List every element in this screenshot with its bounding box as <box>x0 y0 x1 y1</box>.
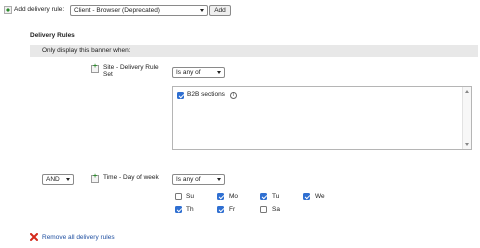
chevron-down-icon <box>217 178 221 181</box>
day-label-th: Th <box>186 206 194 213</box>
b2b-sections-label: B2B sections <box>187 91 225 98</box>
rule-time-label: Time - Day of week <box>103 174 159 181</box>
day-label-mo: Mo <box>229 193 239 200</box>
scroll-down-icon[interactable] <box>465 143 469 146</box>
rule-site-operator-value: Is any of <box>176 69 201 76</box>
day-checkbox-we[interactable] <box>303 193 310 200</box>
chevron-down-icon <box>66 178 70 181</box>
info-icon[interactable]: i <box>230 92 237 99</box>
day-checkbox-sa[interactable] <box>260 206 267 213</box>
day-checkbox-fr[interactable] <box>217 206 224 213</box>
rule-site-listbox[interactable]: B2B sections i <box>172 86 472 150</box>
day-label-we: We <box>315 193 325 200</box>
chevron-down-icon <box>200 9 204 12</box>
day-checkbox-tu[interactable] <box>260 193 267 200</box>
rule-time-operator-select[interactable]: Is any of <box>172 174 225 185</box>
day-checkbox-su[interactable] <box>175 193 182 200</box>
rule-icon <box>91 173 99 183</box>
section-subheader-text: Only display this banner when: <box>42 47 131 54</box>
rule-site-label-line2: Set <box>103 71 113 78</box>
day-label-fr: Fr <box>229 206 236 213</box>
b2b-sections-checkbox[interactable] <box>177 92 184 99</box>
section-title: Delivery Rules <box>30 32 75 39</box>
settings-icon <box>4 6 12 14</box>
rule-time-operator-value: Is any of <box>176 176 201 183</box>
rule-icon <box>91 63 99 73</box>
rule-connector-select[interactable]: AND <box>42 174 74 185</box>
rule-connector-value: AND <box>46 176 60 183</box>
day-label-tu: Tu <box>272 193 280 200</box>
remove-all-rules-link[interactable]: Remove all delivery rules <box>42 234 115 242</box>
day-checkbox-th[interactable] <box>175 206 182 213</box>
listbox-scrollbar[interactable] <box>462 87 471 149</box>
day-checkbox-mo[interactable] <box>217 193 224 200</box>
day-label-su: Su <box>186 193 194 200</box>
day-label-sa: Sa <box>272 206 280 213</box>
add-button[interactable]: Add <box>209 5 231 16</box>
close-icon[interactable] <box>30 233 38 241</box>
chevron-down-icon <box>217 71 221 74</box>
scroll-up-icon[interactable] <box>465 90 469 93</box>
rule-type-select-value: Client - Browser (Deprecated) <box>74 7 160 14</box>
rule-site-operator-select[interactable]: Is any of <box>172 67 225 78</box>
rule-type-select[interactable]: Client - Browser (Deprecated) <box>70 5 208 16</box>
add-delivery-rule-label: Add delivery rule: <box>14 6 65 13</box>
section-subheader: Only display this banner when: <box>30 45 478 57</box>
